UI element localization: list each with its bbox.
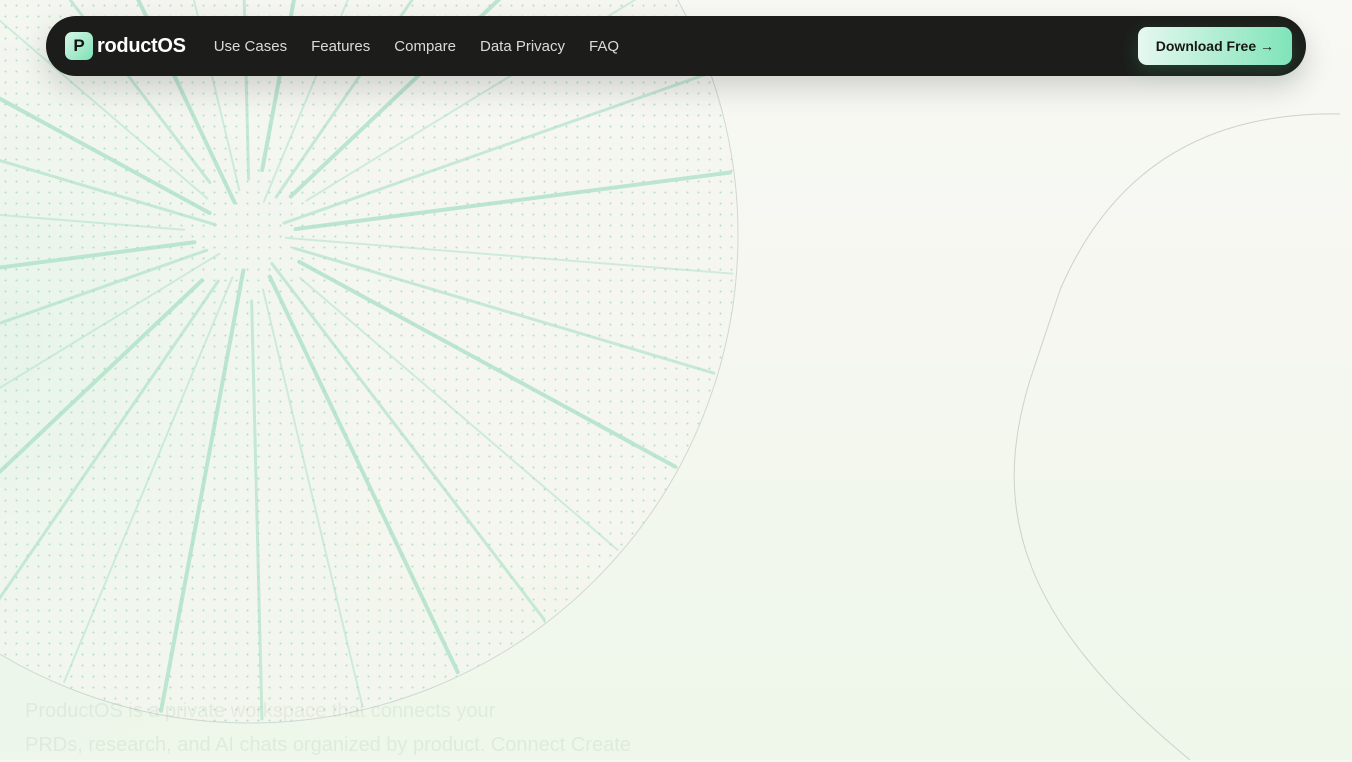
hero-line-2: PRDs, research, and AI chats organized b… (25, 734, 631, 756)
brand-name: roductOS (97, 34, 186, 57)
hero-line-1: ProductOS is a private workspace that co… (25, 700, 496, 722)
hero-faded-text: ProductOS is a private workspace that co… (25, 694, 665, 762)
background-decoration (0, 0, 1341, 760)
nav-link-data-privacy[interactable]: Data Privacy (480, 38, 565, 55)
brand-mark-icon: P (65, 32, 93, 60)
nav-link-faq[interactable]: FAQ (589, 38, 619, 55)
nav-link-use-cases[interactable]: Use Cases (214, 38, 287, 55)
brand-logo-link[interactable]: P roductOS (65, 32, 186, 60)
download-free-button[interactable]: Download Free → (1137, 27, 1292, 65)
top-navbar: P roductOS Use Cases Features Compare Da… (46, 16, 1306, 76)
nav-link-compare[interactable]: Compare (394, 38, 456, 55)
nav-links: Use Cases Features Compare Data Privacy … (214, 38, 643, 55)
nav-link-features[interactable]: Features (311, 38, 370, 55)
